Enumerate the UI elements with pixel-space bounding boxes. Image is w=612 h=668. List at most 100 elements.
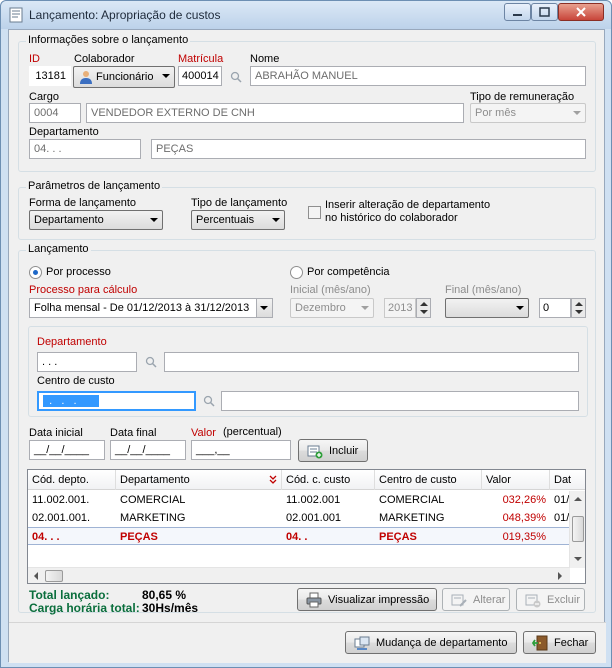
final-ano-field[interactable]: 0 — [539, 298, 571, 318]
final-ano-spinner[interactable] — [571, 298, 586, 318]
cargo-label: Cargo — [29, 91, 59, 103]
cell-valor: 019,35% — [502, 531, 546, 543]
percentual-label: (percentual) — [223, 426, 282, 438]
excluir-button[interactable]: Excluir — [516, 588, 585, 611]
tipo-lancamento-label: Tipo de lançamento — [191, 197, 288, 209]
por-competencia-label: Por competência — [307, 266, 390, 278]
dialog-body: Informações sobre o lançamento ID 13181 … — [8, 29, 606, 663]
cc-filter-code-field[interactable]: . . . — [37, 391, 196, 411]
matricula-field[interactable]: 400014 — [178, 66, 222, 86]
inicial-ano-spinner[interactable] — [416, 298, 431, 318]
valor-field[interactable]: ___,__ — [191, 440, 291, 460]
chevron-down-icon — [260, 306, 268, 310]
col-cod-depto[interactable]: Cód. depto. — [28, 470, 116, 490]
cell-centro-custo: COMERCIAL — [379, 494, 445, 506]
chevron-down-icon — [573, 111, 581, 115]
tipo-remuneracao-value: Por mês — [475, 107, 516, 119]
forma-lancamento-dropdown[interactable]: Departamento — [29, 210, 163, 230]
mudanca-departamento-button[interactable]: Mudança de departamento — [345, 631, 517, 654]
horizontal-scroll-thumb[interactable] — [45, 570, 63, 582]
carga-horaria-value: 30Hs/mês — [142, 601, 199, 615]
search-icon[interactable] — [203, 395, 215, 407]
incluir-button[interactable]: Incluir — [298, 439, 368, 462]
scroll-down-icon[interactable] — [574, 557, 582, 561]
scroll-left-icon[interactable] — [34, 572, 38, 580]
cell-departamento: PEÇAS — [120, 531, 158, 543]
id-field: 13181 — [29, 66, 71, 86]
inicial-label: Inicial (mês/ano) — [290, 284, 371, 296]
cell-valor: 048,39% — [502, 512, 546, 524]
minimize-button[interactable] — [504, 3, 531, 21]
printer-icon — [306, 592, 322, 608]
search-icon[interactable] — [145, 356, 157, 368]
col-cod-cc[interactable]: Cód. c. custo — [282, 470, 375, 490]
inicial-mes-dropdown[interactable]: Dezembro — [290, 298, 374, 318]
cc-filter-label: Centro de custo — [37, 375, 115, 387]
tipo-remuneracao-label: Tipo de remuneração — [470, 91, 575, 103]
inicial-ano-field[interactable]: 2013 — [384, 298, 416, 318]
scroll-up-icon[interactable] — [574, 497, 582, 501]
close-icon — [576, 7, 586, 17]
alterar-button[interactable]: Alterar — [442, 588, 510, 611]
fechar-button[interactable]: Fechar — [523, 631, 596, 654]
forma-lancamento-label: Forma de lançamento — [29, 197, 136, 209]
search-icon[interactable] — [230, 71, 242, 83]
table-row-selected[interactable]: 04. . . PEÇAS 04. . PEÇAS 019,35% — [28, 527, 570, 545]
cell-cod-depto: 04. . . — [32, 531, 60, 543]
maximize-button[interactable] — [531, 3, 558, 21]
cargo-code-field[interactable]: 0004 — [29, 103, 81, 123]
cell-departamento: MARKETING — [120, 512, 186, 524]
final-mes-dropdown[interactable] — [445, 298, 529, 318]
data-final-field[interactable]: __/__/____ — [110, 440, 186, 460]
add-record-icon — [307, 445, 323, 459]
tipo-lancamento-dropdown[interactable]: Percentuais — [191, 210, 285, 230]
cell-valor: 032,26% — [502, 494, 546, 506]
nome-field[interactable]: ABRAHÃO MANUEL — [250, 66, 586, 86]
processo-label: Processo para cálculo — [29, 284, 138, 296]
table-row[interactable]: 02.001.001. MARKETING 02.001.001 MARKETI… — [28, 509, 570, 527]
colaborador-dropdown[interactable]: Funcionário — [73, 66, 175, 88]
departamento-name-field[interactable]: PEÇAS — [151, 139, 586, 159]
cc-filter-code-selection: . . . — [43, 395, 99, 407]
col-departamento-label: Departamento — [120, 474, 190, 486]
chevron-down-icon — [361, 306, 369, 310]
apropriacao-grid[interactable]: Cód. depto. Departamento Cód. c. custo C… — [27, 469, 586, 584]
forma-lancamento-value: Departamento — [34, 214, 104, 226]
dept-filter-code-field[interactable]: . . . — [37, 352, 137, 372]
cell-cod-cc: 04. . — [286, 531, 308, 543]
vertical-scroll-thumb[interactable] — [572, 516, 584, 542]
departamento-code-field[interactable]: 04. . . — [29, 139, 141, 159]
close-button[interactable] — [558, 3, 604, 21]
col-departamento[interactable]: Departamento — [116, 470, 282, 490]
cell-data: 01/ — [554, 512, 570, 524]
por-processo-radio[interactable] — [29, 266, 42, 279]
grid-horizontal-scrollbar[interactable] — [28, 567, 570, 583]
inserir-historico-checkbox[interactable] — [308, 206, 321, 219]
table-row[interactable]: 11.002.001. COMERCIAL 11.002.001 COMERCI… — [28, 491, 570, 509]
scroll-right-icon[interactable] — [558, 572, 562, 580]
tipo-remuneracao-dropdown[interactable]: Por mês — [470, 103, 586, 123]
chevron-down-icon — [162, 74, 170, 78]
visualizar-impressao-label: Visualizar impressão — [328, 594, 430, 606]
carga-horaria-label: Carga horária total: — [29, 601, 140, 615]
total-lancado-value: 80,65 % — [142, 588, 187, 602]
col-valor[interactable]: Valor — [482, 470, 550, 490]
sort-desc-icon — [269, 475, 277, 484]
data-inicial-field[interactable]: __/__/____ — [29, 440, 105, 460]
processo-dropdown[interactable]: Folha mensal - De 01/12/2013 à 31/12/201… — [29, 298, 273, 318]
grid-vertical-scrollbar[interactable] — [569, 491, 585, 568]
col-centro-custo[interactable]: Centro de custo — [375, 470, 482, 490]
col-data[interactable]: Dat — [550, 470, 585, 490]
info-group-legend: Informações sobre o lançamento — [26, 34, 191, 46]
dept-filter-name-field[interactable] — [164, 352, 579, 372]
maximize-icon — [539, 7, 550, 17]
por-competencia-radio[interactable] — [290, 266, 303, 279]
title-bar[interactable]: Lançamento: Apropriação de custos — [1, 1, 611, 29]
dept-filter-label: Departamento — [37, 336, 107, 348]
inserir-historico-label-1: Inserir alteração de departamento — [325, 199, 491, 211]
cargo-name-field[interactable]: VENDEDOR EXTERNO DE CNH — [86, 103, 464, 123]
cc-filter-name-field[interactable] — [221, 391, 579, 411]
id-label: ID — [29, 53, 40, 65]
incluir-label: Incluir — [329, 445, 359, 457]
visualizar-impressao-button[interactable]: Visualizar impressão — [297, 588, 437, 611]
